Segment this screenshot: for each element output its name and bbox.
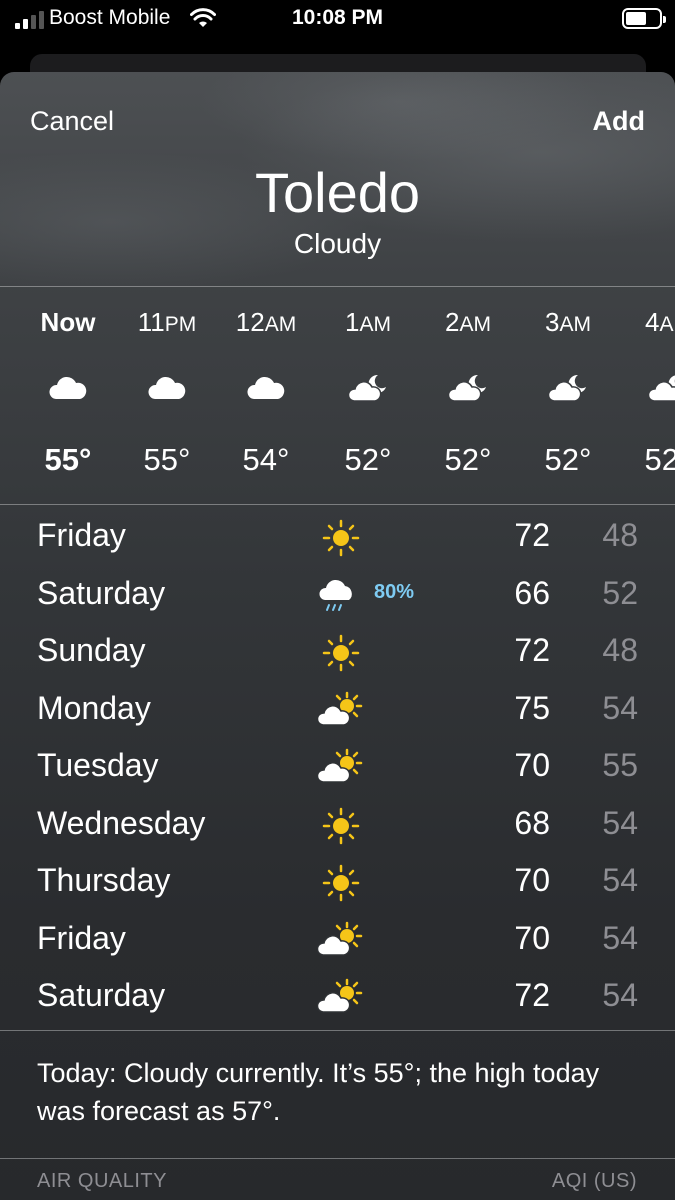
hourly-item: Now 55° [18, 287, 118, 505]
day-name: Friday [37, 919, 126, 956]
hour-label: Now [40, 307, 96, 337]
day-name: Tuesday [37, 747, 159, 783]
city-name: Toledo [254, 161, 421, 224]
partly-cloudy-icon [316, 691, 365, 731]
hourly-item: 11PM 55° [117, 287, 217, 505]
hour-label: 11PM [137, 307, 197, 337]
precipitation-chance: 80% [374, 580, 415, 603]
day-name: Saturday [37, 574, 166, 611]
location-preview-sheet: Cancel Add Toledo Cloudy Now 55° 11PM 55° 12… [0, 72, 675, 1200]
hourly-item: 12AM 54° [216, 287, 316, 505]
cloud-moon-icon [547, 373, 588, 405]
low-temperature: 52 [602, 574, 638, 611]
day-name: Sunday [37, 632, 146, 668]
status-time: 10:08 PM [291, 6, 384, 29]
daily-row: Tuesday 70 55 [0, 739, 675, 796]
sun-icon [317, 863, 365, 903]
cloud-rain-icon [317, 576, 365, 616]
low-temperature: 54 [602, 862, 638, 898]
hourly-item: 1AM 52° [318, 287, 418, 505]
hour-label: 1AM [345, 307, 391, 337]
status-bar: Boost Mobile 10:08 PM [0, 0, 675, 40]
low-temperature: 54 [602, 689, 638, 726]
divider [0, 1030, 675, 1031]
day-name: Friday [37, 517, 126, 553]
divider [0, 504, 675, 505]
current-condition: Cloudy [293, 228, 382, 259]
cloud-icon [147, 373, 187, 405]
high-temperature: 68 [514, 804, 550, 841]
daily-row: Friday 70 54 [0, 912, 675, 969]
aqi-scale-label: AQI (US) [551, 1170, 637, 1192]
cloud-moon-icon [347, 373, 388, 405]
add-button[interactable]: Add [593, 106, 645, 137]
daily-row: Saturday 72 54 [0, 969, 675, 1026]
hourly-item: 4AM 52° [618, 287, 675, 505]
hour-temperature: 52° [444, 442, 492, 477]
daily-row: Saturday 80% 66 52 [0, 567, 675, 624]
today-summary: Today: Cloudy currently. It’s 55°; the h… [37, 1058, 600, 1126]
hour-label: 12AM [235, 307, 297, 337]
hour-temperature: 52° [344, 442, 392, 477]
low-temperature: 54 [602, 804, 638, 841]
day-name: Wednesday [37, 804, 206, 841]
high-temperature: 72 [514, 632, 550, 668]
cloud-moon-icon [647, 373, 675, 405]
high-temperature: 72 [514, 517, 550, 553]
high-temperature: 70 [514, 919, 550, 956]
high-temperature: 70 [514, 747, 550, 783]
cloud-moon-icon [447, 373, 488, 405]
daily-row: Thursday 70 54 [0, 854, 675, 911]
high-temperature: 75 [514, 689, 550, 726]
divider [0, 1158, 675, 1159]
daily-row: Monday 75 54 [0, 682, 675, 739]
air-quality-label: AIR QUALITY [37, 1170, 167, 1192]
day-name: Monday [37, 689, 151, 726]
hour-temperature: 55° [44, 442, 92, 477]
day-name: Thursday [37, 862, 171, 898]
hour-temperature: 54° [242, 442, 290, 477]
hourly-forecast[interactable]: Now 55° 11PM 55° 12AM 54° 1AM 52° 2AM 52° 3AM 52° 4A… [0, 287, 675, 505]
partly-cloudy-icon [316, 921, 365, 961]
daily-row: Sunday 72 48 [0, 624, 675, 681]
low-temperature: 48 [602, 517, 638, 553]
daily-row: Friday 72 48 [0, 509, 675, 566]
day-name: Saturday [37, 977, 166, 1013]
hour-temperature: 52° [644, 442, 675, 477]
high-temperature: 66 [514, 574, 550, 611]
hour-temperature: 52° [544, 442, 592, 477]
cancel-button[interactable]: Cancel [30, 106, 114, 137]
low-temperature: 55 [602, 747, 638, 783]
high-temperature: 70 [514, 862, 550, 898]
hour-temperature: 55° [143, 442, 191, 477]
sun-icon [317, 806, 365, 846]
daily-row: Wednesday 68 54 [0, 797, 675, 854]
hour-label: 2AM [445, 307, 491, 337]
sun-icon [317, 518, 365, 558]
low-temperature: 48 [602, 632, 638, 668]
cloud-icon [48, 373, 88, 405]
battery-icon [622, 8, 666, 29]
sun-icon [317, 633, 365, 673]
hour-label: 4AM [645, 307, 675, 337]
hour-label: 3AM [545, 307, 591, 337]
low-temperature: 54 [602, 919, 638, 956]
cloud-icon [246, 373, 286, 405]
high-temperature: 72 [514, 977, 550, 1013]
hourly-item: 2AM 52° [418, 287, 518, 505]
partly-cloudy-icon [316, 978, 365, 1018]
low-temperature: 54 [602, 977, 638, 1013]
partly-cloudy-icon [316, 748, 365, 788]
hourly-item: 3AM 52° [518, 287, 618, 505]
